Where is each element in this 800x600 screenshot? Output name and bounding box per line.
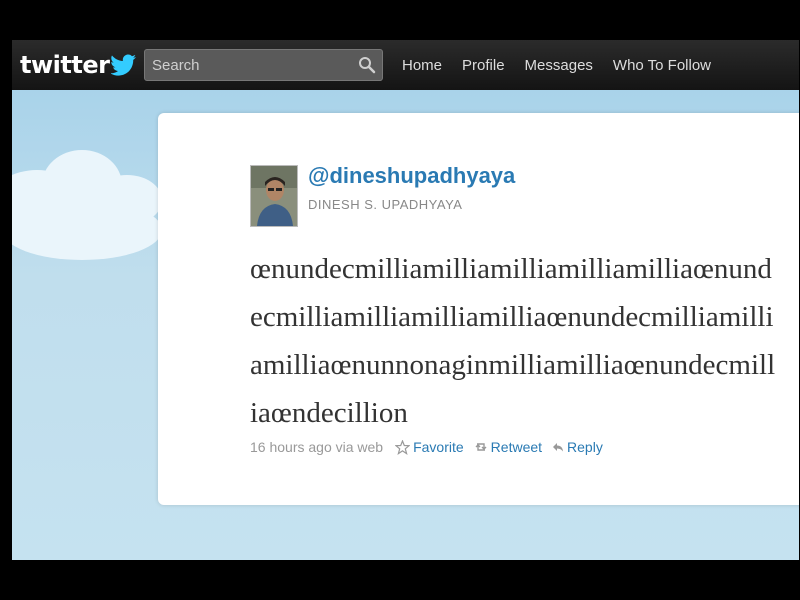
retweet-label: Retweet [490, 439, 543, 455]
favorite-label: Favorite [413, 439, 464, 455]
star-icon [395, 439, 411, 455]
reply-icon [553, 443, 564, 452]
browser-frame: twitter Home Profile Messages Who To Fol… [12, 40, 799, 560]
user-handle[interactable]: @dineshupadhyaya [308, 163, 515, 189]
search-input[interactable] [145, 50, 352, 80]
nav-profile[interactable]: Profile [462, 57, 505, 74]
search-icon[interactable] [358, 56, 376, 74]
tweet-meta: 16 hours ago via web Favorite Retweet Re… [250, 439, 603, 455]
tweet-timestamp[interactable]: 16 hours ago via web [250, 439, 383, 455]
logo-text: twitter [20, 51, 110, 79]
reply-label: Reply [567, 439, 603, 455]
favorite-button[interactable]: Favorite [395, 439, 464, 455]
main-nav: Home Profile Messages Who To Follow [402, 40, 731, 90]
nav-home[interactable]: Home [402, 57, 442, 74]
twitter-logo[interactable]: twitter [20, 50, 137, 80]
reply-button[interactable]: Reply [552, 439, 603, 455]
tweet-text: œnundecmilliamilliamilliamilliamilliaœnu… [250, 253, 776, 429]
tweet-card: @dineshupadhyaya DINESH S. UPADHYAYA œnu… [158, 113, 799, 505]
nav-messages[interactable]: Messages [525, 57, 593, 74]
search-box [144, 49, 383, 81]
cloud-decoration [12, 200, 162, 260]
avatar-image [251, 166, 297, 226]
retweet-button[interactable]: Retweet [474, 439, 542, 455]
avatar[interactable] [250, 165, 298, 227]
bird-icon [111, 54, 137, 76]
user-full-name: DINESH S. UPADHYAYA [308, 197, 463, 212]
top-bar: twitter Home Profile Messages Who To Fol… [12, 40, 799, 90]
nav-who-to-follow[interactable]: Who To Follow [613, 57, 711, 74]
retweet-icon [475, 443, 487, 451]
